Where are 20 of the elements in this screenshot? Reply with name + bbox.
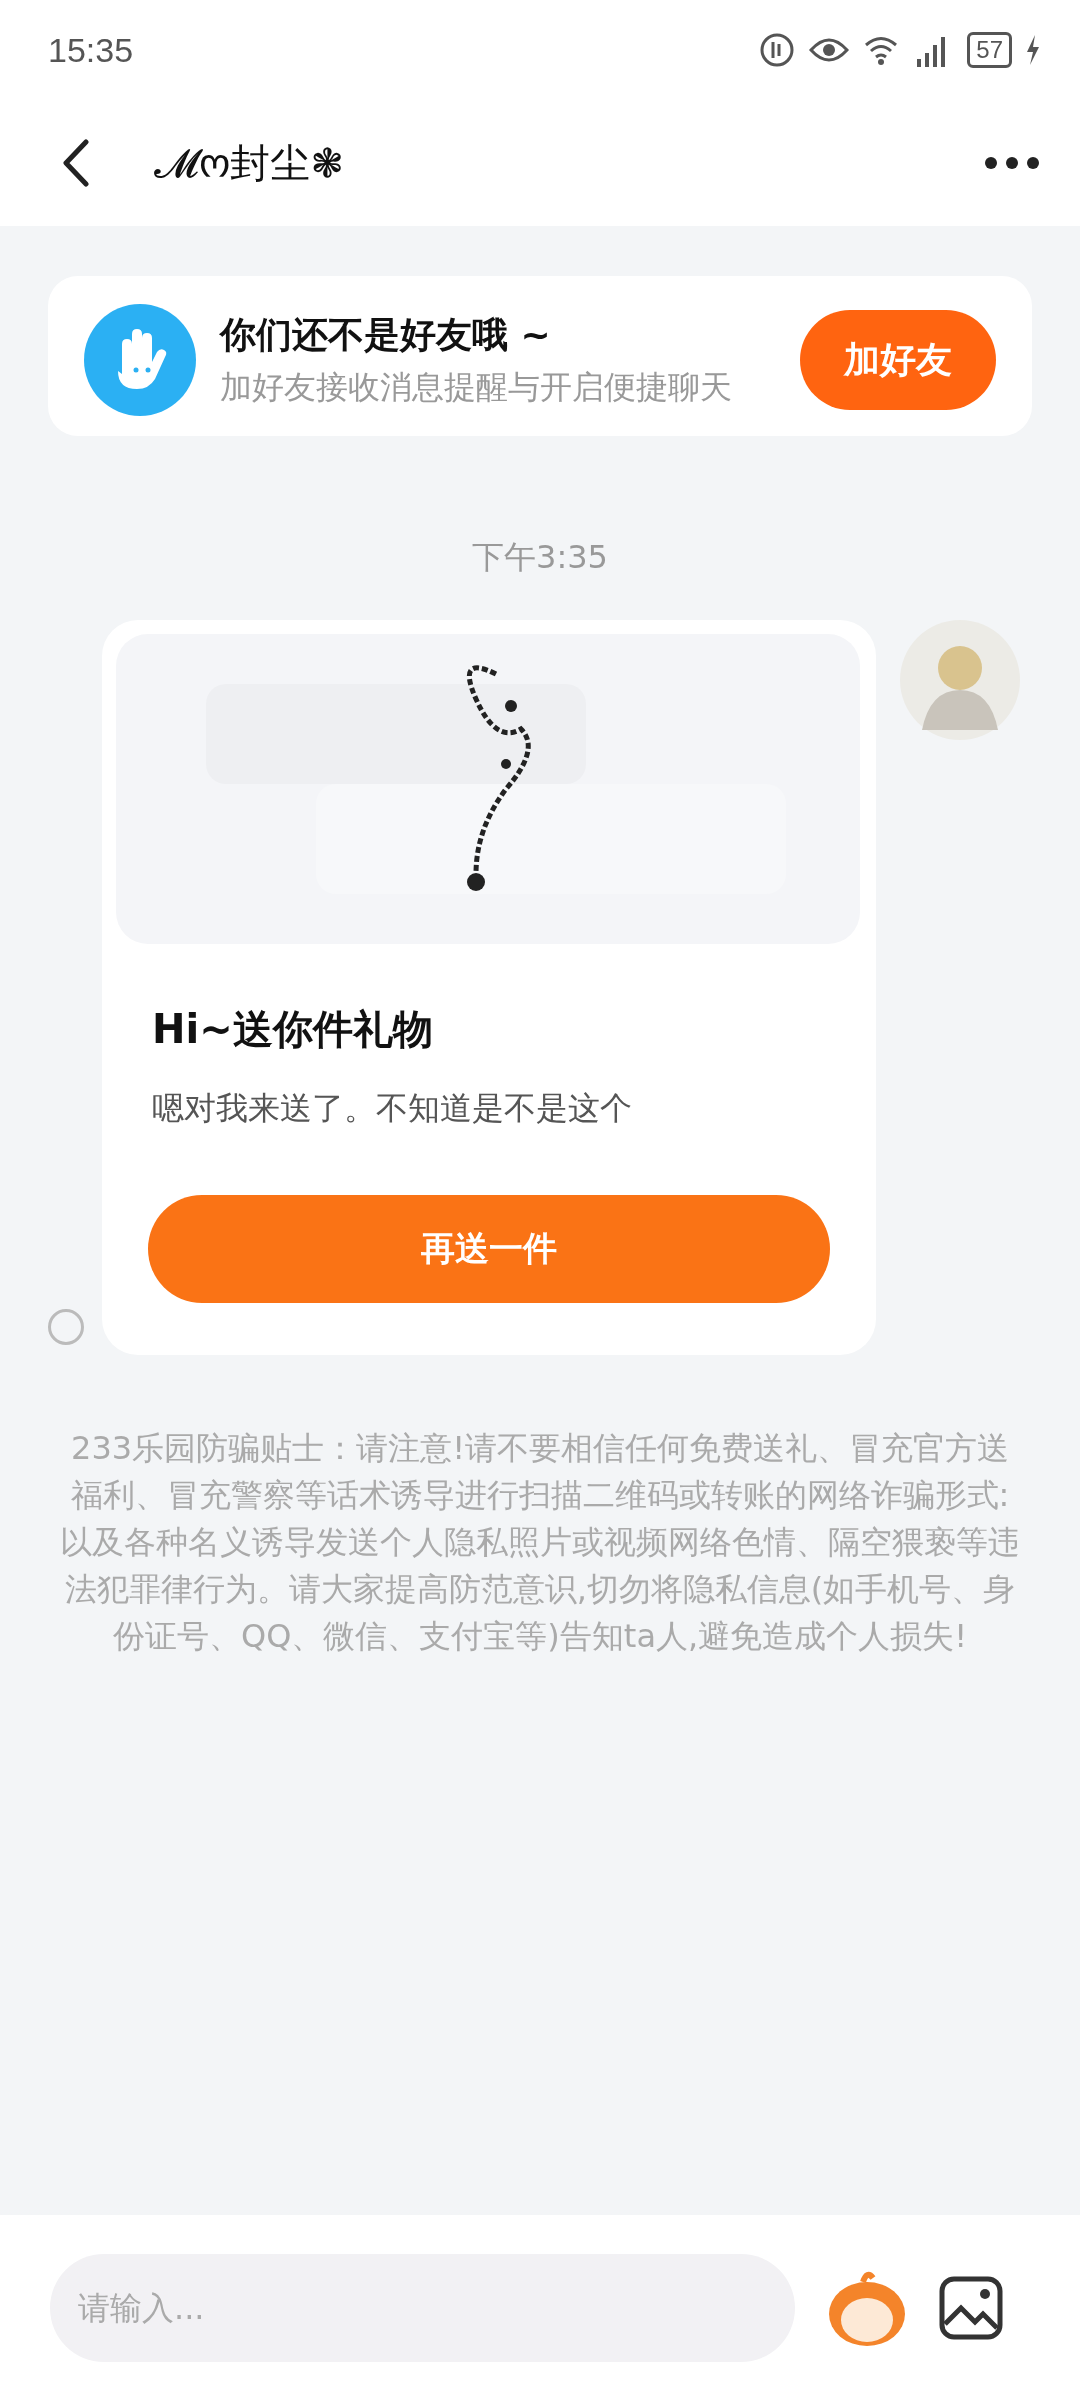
more-icon[interactable] [984, 156, 1040, 170]
gift-message: 嗯对我来送了。不知道是不是这个 [152, 1088, 633, 1129]
gift-title: Hi~送你件礼物 [152, 1005, 434, 1054]
back-icon[interactable] [62, 139, 90, 187]
add-friend-button[interactable]: 加好友 [800, 310, 996, 410]
chat-title: 𝓜ო封尘❃ [154, 138, 345, 188]
waving-hand-icon [84, 304, 196, 416]
banner-title: 你们还不是好友哦 ~ [220, 312, 552, 357]
image-icon[interactable] [939, 2275, 1003, 2340]
status-time: 15:35 [48, 30, 134, 70]
data-saver-icon [759, 32, 796, 68]
eye-icon [809, 36, 850, 64]
message-time: 下午3:35 [472, 537, 608, 578]
select-radio[interactable] [48, 1309, 84, 1345]
anti-fraud-notice: 233乐园防骗贴士：请注意!请不要相信任何免费送礼、冒充官方送福利、冒充警察等话术诱导进行扫描二维码或转账的网络诈骗形式:以及各种名义诱导发送个人隐私照片或视频网络色情、隔空猥亵等违法犯罪律行为。请大家提高防范意识,切勿将隐私信息(如手机号、身份证号、QQ、微信、支付宝等)告知ta人,避免造成个人损失! [59, 1428, 1021, 1657]
charging-icon [1026, 35, 1040, 65]
message-input[interactable]: 请输入... [50, 2253, 795, 2362]
battery-level: 57 [967, 32, 1012, 68]
send-again-button[interactable]: 再送一件 [148, 1195, 830, 1303]
banner-subtitle: 加好友接收消息提醒与开启便捷聊天 [220, 366, 733, 408]
